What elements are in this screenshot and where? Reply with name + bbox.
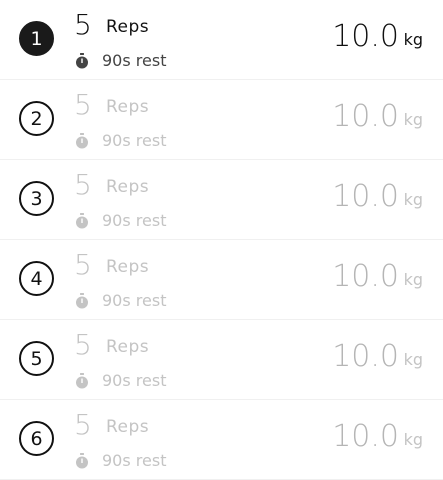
reps-count[interactable]: 5 [74,248,92,282]
stopwatch-icon [76,53,88,69]
weight-unit: kg [403,430,423,449]
set-row[interactable]: 4 5 Reps 90s rest 10.0 kg [0,240,443,320]
stopwatch-icon [76,133,88,149]
rest-label: 90s rest [102,371,167,390]
rest-timer[interactable]: 90s rest [74,370,166,392]
set-number-badge: 5 [19,341,54,376]
set-number-badge: 6 [19,421,54,456]
weight-value[interactable]: 10.0 [332,418,399,456]
reps-count[interactable]: 5 [74,168,92,202]
weight-value[interactable]: 10.0 [332,18,399,56]
reps-label: Reps [106,177,150,197]
weight-unit: kg [403,110,423,129]
reps-label: Reps [106,417,150,437]
rest-label: 90s rest [102,211,167,230]
set-row[interactable]: 5 5 Reps 90s rest 10.0 kg [0,320,443,400]
rest-label: 90s rest [102,291,167,310]
rest-timer[interactable]: 90s rest [74,50,166,72]
set-number-badge: 1 [19,21,54,56]
stopwatch-icon [76,213,88,229]
set-number-badge: 2 [19,101,54,136]
reps-label: Reps [106,257,150,277]
set-number-badge: 4 [19,261,54,296]
reps-label: Reps [106,337,150,357]
reps-label: Reps [106,97,150,117]
rest-label: 90s rest [102,451,167,470]
set-row[interactable]: 6 5 Reps 90s rest 10.0 kg [0,400,443,480]
rest-timer[interactable]: 90s rest [74,290,166,312]
weight-value[interactable]: 10.0 [332,338,399,376]
set-row[interactable]: 2 5 Reps 90s rest 10.0 kg [0,80,443,160]
reps-count[interactable]: 5 [74,408,92,442]
weight-unit: kg [403,270,423,289]
set-row[interactable]: 1 5 Reps 90s rest 10.0 kg [0,0,443,80]
stopwatch-icon [76,453,88,469]
rest-label: 90s rest [102,51,167,70]
rest-timer[interactable]: 90s rest [74,210,166,232]
reps-label: Reps [106,17,150,37]
weight-value[interactable]: 10.0 [332,98,399,136]
weight-unit: kg [403,30,423,49]
set-row[interactable]: 3 5 Reps 90s rest 10.0 kg [0,160,443,240]
rest-timer[interactable]: 90s rest [74,450,166,472]
rest-timer[interactable]: 90s rest [74,130,166,152]
weight-unit: kg [403,190,423,209]
reps-count[interactable]: 5 [74,88,92,122]
weight-value[interactable]: 10.0 [332,258,399,296]
set-number-badge: 3 [19,181,54,216]
reps-count[interactable]: 5 [74,328,92,362]
weight-unit: kg [403,350,423,369]
sets-list: 1 5 Reps 90s rest 10.0 kg 2 5 Reps 90s r… [0,0,443,480]
weight-value[interactable]: 10.0 [332,178,399,216]
stopwatch-icon [76,293,88,309]
stopwatch-icon [76,373,88,389]
rest-label: 90s rest [102,131,167,150]
reps-count[interactable]: 5 [74,8,92,42]
